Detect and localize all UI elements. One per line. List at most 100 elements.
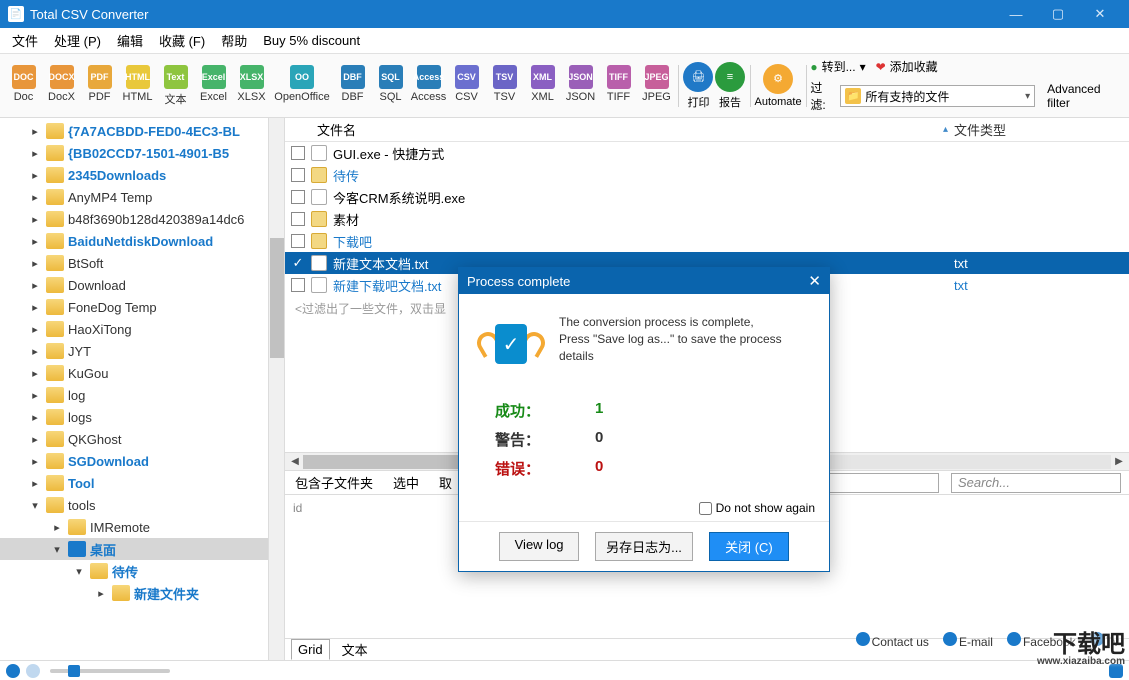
file-row[interactable]: 今客CRM系统说明.exe xyxy=(285,186,1129,208)
tree-item[interactable]: ▸logs xyxy=(0,406,284,428)
filter-combo[interactable]: 📁 所有支持的文件 ▾ xyxy=(840,85,1035,107)
file-row[interactable]: 素材 xyxy=(285,208,1129,230)
expand-icon[interactable]: ▸ xyxy=(28,235,42,248)
email-link[interactable]: E-mail xyxy=(943,632,993,649)
format-access[interactable]: AccessAccess xyxy=(411,65,446,107)
file-row[interactable]: 待传 xyxy=(285,164,1129,186)
expand-icon[interactable]: ▸ xyxy=(28,455,42,468)
tab-grid[interactable]: Grid xyxy=(291,639,330,660)
goto-button[interactable]: ●转到... ▾ xyxy=(810,58,865,75)
menu-file[interactable]: 文件 xyxy=(6,29,44,52)
format-openoffice[interactable]: OOOpenOffice xyxy=(272,65,332,107)
tree-item[interactable]: ▸IMRemote xyxy=(0,516,284,538)
collapse-icon[interactable]: ▾ xyxy=(72,565,86,578)
tab-text[interactable]: 文本 xyxy=(336,638,374,661)
tree-item[interactable]: ▸FoneDog Temp xyxy=(0,296,284,318)
tree-item[interactable]: ▸新建文件夹 xyxy=(0,582,284,604)
file-checkbox[interactable] xyxy=(291,278,305,292)
expand-icon[interactable]: ▸ xyxy=(28,301,42,314)
menu-edit[interactable]: 编辑 xyxy=(111,29,149,52)
format-html[interactable]: HTMLHTML xyxy=(120,65,155,107)
collapse-icon[interactable]: ▾ xyxy=(50,543,64,556)
tree-item[interactable]: ▾待传 xyxy=(0,560,284,582)
col-filetype[interactable]: 文件类型 xyxy=(954,120,1129,139)
menu-help[interactable]: 帮助 xyxy=(215,29,253,52)
format-excel[interactable]: ExcelExcel xyxy=(196,65,231,107)
tree-item[interactable]: ▸KuGou xyxy=(0,362,284,384)
file-checkbox[interactable] xyxy=(291,212,305,226)
format-tiff[interactable]: TIFFTIFF xyxy=(601,65,636,107)
file-checkbox[interactable] xyxy=(291,146,305,160)
file-row[interactable]: 下载吧 xyxy=(285,230,1129,252)
expand-icon[interactable]: ▸ xyxy=(28,411,42,424)
tree-item[interactable]: ▸BaiduNetdiskDownload xyxy=(0,230,284,252)
tree-item[interactable]: ▸Tool xyxy=(0,472,284,494)
contact-link[interactable]: Contact us xyxy=(856,632,929,649)
select-tab[interactable]: 选中 xyxy=(387,471,425,494)
expand-icon[interactable]: ▸ xyxy=(28,191,42,204)
format-pdf[interactable]: PDFPDF xyxy=(82,65,117,107)
menu-process[interactable]: 处理 (P) xyxy=(48,29,107,52)
expand-icon[interactable]: ▸ xyxy=(28,169,42,182)
tree-item[interactable]: ▸JYT xyxy=(0,340,284,362)
expand-icon[interactable]: ▸ xyxy=(28,323,42,336)
expand-icon[interactable]: ▸ xyxy=(28,147,42,160)
tree-item[interactable]: ▸b48f3690b128d420389a14dc6 xyxy=(0,208,284,230)
save-log-button[interactable]: 另存日志为... xyxy=(595,532,693,561)
tree-item[interactable]: ▸BtSoft xyxy=(0,252,284,274)
report-button[interactable]: ≡ 报告 xyxy=(714,62,746,110)
menu-buy[interactable]: Buy 5% discount xyxy=(257,31,366,50)
search-input[interactable]: Search... xyxy=(951,473,1121,493)
expand-icon[interactable]: ▸ xyxy=(28,279,42,292)
tree-item[interactable]: ▸SGDownload xyxy=(0,450,284,472)
file-checkbox[interactable]: ✓ xyxy=(291,256,305,270)
automate-button[interactable]: ⚙ Automate xyxy=(755,64,802,108)
dialog-close-icon[interactable]: ✕ xyxy=(808,272,821,290)
file-checkbox[interactable] xyxy=(291,190,305,204)
expand-icon[interactable]: ▸ xyxy=(28,125,42,138)
expand-icon[interactable]: ▸ xyxy=(28,477,42,490)
expand-icon[interactable]: ▸ xyxy=(28,213,42,226)
twitter-link[interactable]: Tv xyxy=(1090,632,1119,649)
tree-item[interactable]: ▸QKGhost xyxy=(0,428,284,450)
format-xml[interactable]: XMLXML xyxy=(525,65,560,107)
tree-item[interactable]: ▾桌面 xyxy=(0,538,284,560)
file-row[interactable]: GUI.exe - 快捷方式 xyxy=(285,142,1129,164)
tree-item[interactable]: ▾tools xyxy=(0,494,284,516)
expand-icon[interactable]: ▸ xyxy=(28,389,42,402)
format-文本[interactable]: Text文本 xyxy=(158,65,193,107)
collapse-icon[interactable]: ▾ xyxy=(28,499,42,512)
menu-favorites[interactable]: 收藏 (F) xyxy=(153,29,211,52)
advanced-filter-button[interactable]: Advanced filter xyxy=(1041,80,1123,112)
expand-icon[interactable]: ▸ xyxy=(94,587,108,600)
view-log-button[interactable]: View log xyxy=(499,532,579,561)
print-button[interactable]: 🖨 打印 xyxy=(683,62,715,110)
col-filename[interactable]: 文件名 xyxy=(317,120,943,139)
tree-item[interactable]: ▸Download xyxy=(0,274,284,296)
file-checkbox[interactable] xyxy=(291,168,305,182)
file-checkbox[interactable] xyxy=(291,234,305,248)
format-dbf[interactable]: DBFDBF xyxy=(335,65,370,107)
select-all[interactable]: 取 xyxy=(433,471,458,494)
maximize-button[interactable]: ▢ xyxy=(1037,0,1079,28)
tree-item[interactable]: ▸2345Downloads xyxy=(0,164,284,186)
tree-scrollbar[interactable] xyxy=(268,118,284,660)
add-favorite-button[interactable]: ❤添加收藏 xyxy=(876,58,938,75)
close-dialog-button[interactable]: 关闭 (C) xyxy=(709,532,789,561)
format-jpeg[interactable]: JPEGJPEG xyxy=(639,65,674,107)
tree-item[interactable]: ▸AnyMP4 Temp xyxy=(0,186,284,208)
include-subfolders[interactable]: 包含子文件夹 xyxy=(289,471,379,494)
expand-icon[interactable]: ▸ xyxy=(28,345,42,358)
format-docx[interactable]: DOCXDocX xyxy=(44,65,79,107)
tree-item[interactable]: ▸log xyxy=(0,384,284,406)
expand-icon[interactable]: ▸ xyxy=(50,521,64,534)
expand-icon[interactable]: ▸ xyxy=(28,433,42,446)
tree-item[interactable]: ▸{7A7ACBDD-FED0-4EC3-BL xyxy=(0,120,284,142)
expand-icon[interactable]: ▸ xyxy=(28,257,42,270)
minimize-button[interactable]: — xyxy=(995,0,1037,28)
format-json[interactable]: JSONJSON xyxy=(563,65,598,107)
close-button[interactable]: ✕ xyxy=(1079,0,1121,28)
tree-item[interactable]: ▸HaoXiTong xyxy=(0,318,284,340)
format-xlsx[interactable]: XLSXXLSX xyxy=(234,65,269,107)
facebook-link[interactable]: Facebook xyxy=(1007,632,1076,649)
